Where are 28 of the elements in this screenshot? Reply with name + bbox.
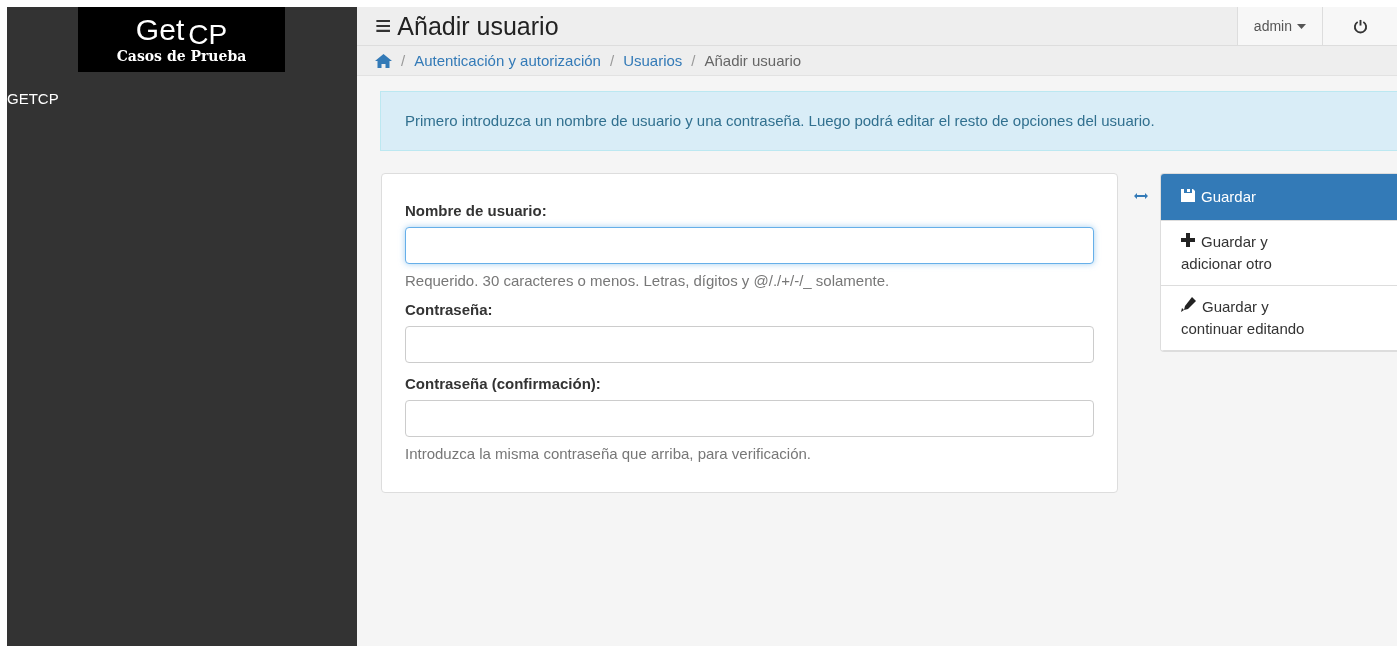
field-label: Nombre de usuario:: [405, 202, 548, 219]
pencil-icon: [1181, 297, 1196, 312]
power-icon: [1352, 18, 1368, 34]
breadcrumb-link[interactable]: Usuarios: [623, 52, 683, 69]
user-menu[interactable]: admin: [1236, 7, 1322, 45]
input-field[interactable]: [405, 400, 1094, 437]
info-alert: Primero introduzca un nombre de usuario y una contraseña. Luego podrá editar el resto de opciones del usuario.: [380, 91, 1397, 151]
caret-icon: [1297, 23, 1306, 29]
home-icon[interactable]: [375, 53, 392, 68]
breadcrumb-current: Añadir usuario: [704, 52, 802, 69]
resize-arrows-icon[interactable]: [1134, 193, 1148, 199]
save-button[interactable]: Guardar: [1161, 174, 1397, 221]
plus-icon: [1181, 233, 1195, 247]
breadcrumb-separator: /: [608, 52, 616, 69]
help-text: Requerido. 30 caracteres o menos. Letras, dígitos y @/./+/-/_ solamente.: [405, 272, 891, 289]
breadcrumb-link[interactable]: Autenticación y autorización: [414, 52, 601, 69]
field-label: Contraseña (confirmación):: [405, 375, 602, 392]
input-field[interactable]: [405, 326, 1094, 363]
menu-icon[interactable]: ≡: [375, 12, 392, 40]
breadcrumb-separator: /: [400, 52, 407, 69]
sidebar-item[interactable]: GETCP: [7, 72, 59, 107]
page-title: Añadir usuario: [397, 11, 560, 41]
logo: GetCP Casos de Prueba: [78, 7, 285, 72]
power-button[interactable]: [1322, 7, 1397, 45]
breadcrumb-separator: /: [690, 52, 697, 69]
input-field[interactable]: [405, 227, 1094, 264]
field-label: Contraseña:: [405, 301, 494, 318]
help-text: Introduzca la misma contraseña que arriba, para verificación.: [405, 445, 813, 462]
